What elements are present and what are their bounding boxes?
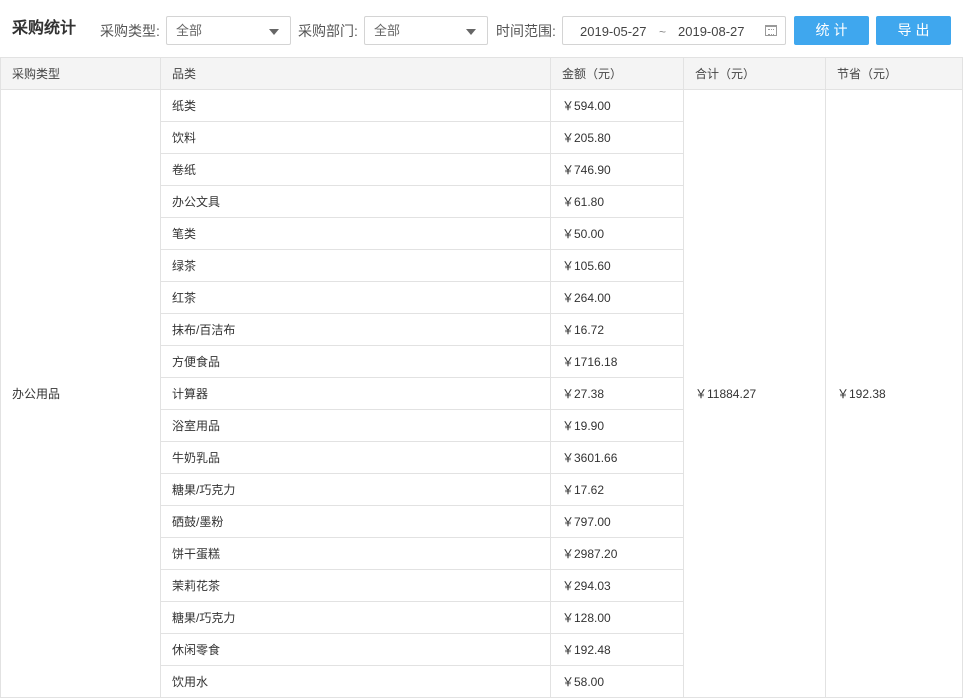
cell-category: 牛奶乳品 <box>160 441 551 474</box>
cell-amount: ￥27.38 <box>550 377 684 410</box>
cell-amount: ￥746.90 <box>550 153 684 186</box>
cell-amount: ￥594.00 <box>550 89 684 122</box>
header-total: 合计（元） <box>683 57 826 90</box>
header-saving: 节省（元） <box>825 57 963 90</box>
stats-table-container: 采购类型 品类 金额（元） 合计（元） 节省（元） 办公用品 纸类 ￥594.00 ￥… <box>0 57 963 698</box>
table-row: 办公用品 纸类 ￥594.00 ￥11884.27 ￥192.38 <box>0 89 963 698</box>
cell-amount: ￥105.60 <box>550 249 684 282</box>
cell-category: 纸类 <box>160 89 551 122</box>
page-title: 采购统计 <box>12 20 77 37</box>
cell-saving: ￥192.38 <box>825 89 963 698</box>
cell-category: 笔类 <box>160 217 551 250</box>
date-range-picker[interactable]: 2019-05-27 ~ 2019-08-27 <box>562 16 786 45</box>
calendar-icon[interactable] <box>765 25 777 36</box>
cell-category: 茉莉花茶 <box>160 569 551 602</box>
cell-category: 硒鼓/墨粉 <box>160 505 551 538</box>
cell-amount: ￥205.80 <box>550 121 684 154</box>
cell-category: 卷纸 <box>160 153 551 186</box>
cell-amount: ￥17.62 <box>550 473 684 506</box>
cell-category: 抹布/百洁布 <box>160 313 551 346</box>
purchase-type-select[interactable]: 全部 <box>166 16 291 45</box>
cell-category: 绿茶 <box>160 249 551 282</box>
cell-total: ￥11884.27 <box>683 89 826 698</box>
cell-amount: ￥3601.66 <box>550 441 684 474</box>
purchase-type-value: 全部 <box>176 23 203 38</box>
cell-amount: ￥2987.20 <box>550 537 684 570</box>
cell-amount: ￥128.00 <box>550 601 684 634</box>
purchase-dept-value: 全部 <box>374 23 401 38</box>
cell-amount: ￥1716.18 <box>550 345 684 378</box>
cell-amount: ￥50.00 <box>550 217 684 250</box>
cell-category: 饮用水 <box>160 665 551 698</box>
chevron-down-icon <box>269 29 279 35</box>
chevron-down-icon <box>466 29 476 35</box>
purchase-dept-label: 采购部门: <box>298 23 358 39</box>
cell-category: 饼干蛋糕 <box>160 537 551 570</box>
table-header-row: 采购类型 品类 金额（元） 合计（元） 节省（元） <box>0 57 963 90</box>
cell-category: 饮料 <box>160 121 551 154</box>
cell-amount: ￥797.00 <box>550 505 684 538</box>
cell-amount: ￥264.00 <box>550 281 684 314</box>
date-start[interactable]: 2019-05-27 <box>580 23 647 41</box>
date-separator: ~ <box>659 25 667 39</box>
cell-category: 方便食品 <box>160 345 551 378</box>
cell-amount: ￥192.48 <box>550 633 684 666</box>
cell-category: 糖果/巧克力 <box>160 601 551 634</box>
date-end[interactable]: 2019-08-27 <box>678 23 745 41</box>
header-purchase-type: 采购类型 <box>0 57 161 90</box>
stats-table: 采购类型 品类 金额（元） 合计（元） 节省（元） 办公用品 纸类 ￥594.00 ￥… <box>0 57 963 698</box>
cell-category: 糖果/巧克力 <box>160 473 551 506</box>
cell-category: 红茶 <box>160 281 551 314</box>
cell-category: 浴室用品 <box>160 409 551 442</box>
export-button[interactable]: 导出 <box>876 16 951 45</box>
stat-button[interactable]: 统计 <box>794 16 869 45</box>
table-body: 办公用品 纸类 ￥594.00 ￥11884.27 ￥192.38 饮料 ￥205.80 卷纸… <box>0 89 963 698</box>
cell-purchase-type: 办公用品 <box>0 89 161 698</box>
header-category: 品类 <box>160 57 551 90</box>
purchase-dept-select[interactable]: 全部 <box>364 16 488 45</box>
cell-category: 计算器 <box>160 377 551 410</box>
cell-amount: ￥294.03 <box>550 569 684 602</box>
cell-category: 办公文具 <box>160 185 551 218</box>
cell-amount: ￥61.80 <box>550 185 684 218</box>
filter-bar: 采购统计 采购类型: 全部 采购部门: 全部 时间范围: 2019-05-27 … <box>0 0 963 57</box>
cell-amount: ￥58.00 <box>550 665 684 698</box>
header-amount: 金额（元） <box>550 57 684 90</box>
date-range-label: 时间范围: <box>496 23 556 39</box>
cell-category: 休闲零食 <box>160 633 551 666</box>
cell-amount: ￥19.90 <box>550 409 684 442</box>
cell-amount: ￥16.72 <box>550 313 684 346</box>
purchase-type-label: 采购类型: <box>100 23 160 39</box>
